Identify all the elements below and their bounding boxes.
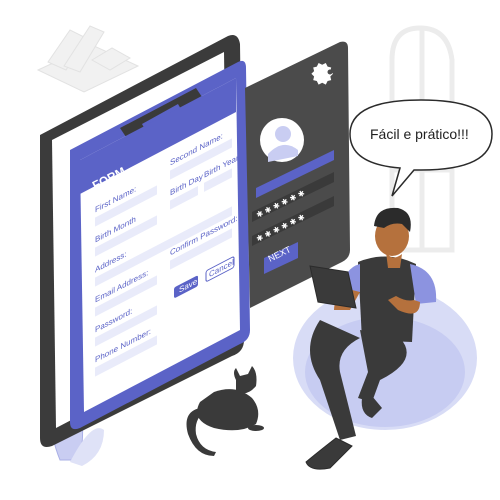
bookshelf-decor [36,25,140,93]
cat [186,366,264,456]
speech-bubble-text: Fácil e prático!!! [370,126,469,142]
login-panel: ✱ ✱ ✱ ✱ ✱ ✱ ✱ ✱ ✱ ✱ ✱ ✱ NEXT [245,41,350,308]
illustration-scene: FORM First Name: Second Name: Birth Mont… [36,25,493,470]
